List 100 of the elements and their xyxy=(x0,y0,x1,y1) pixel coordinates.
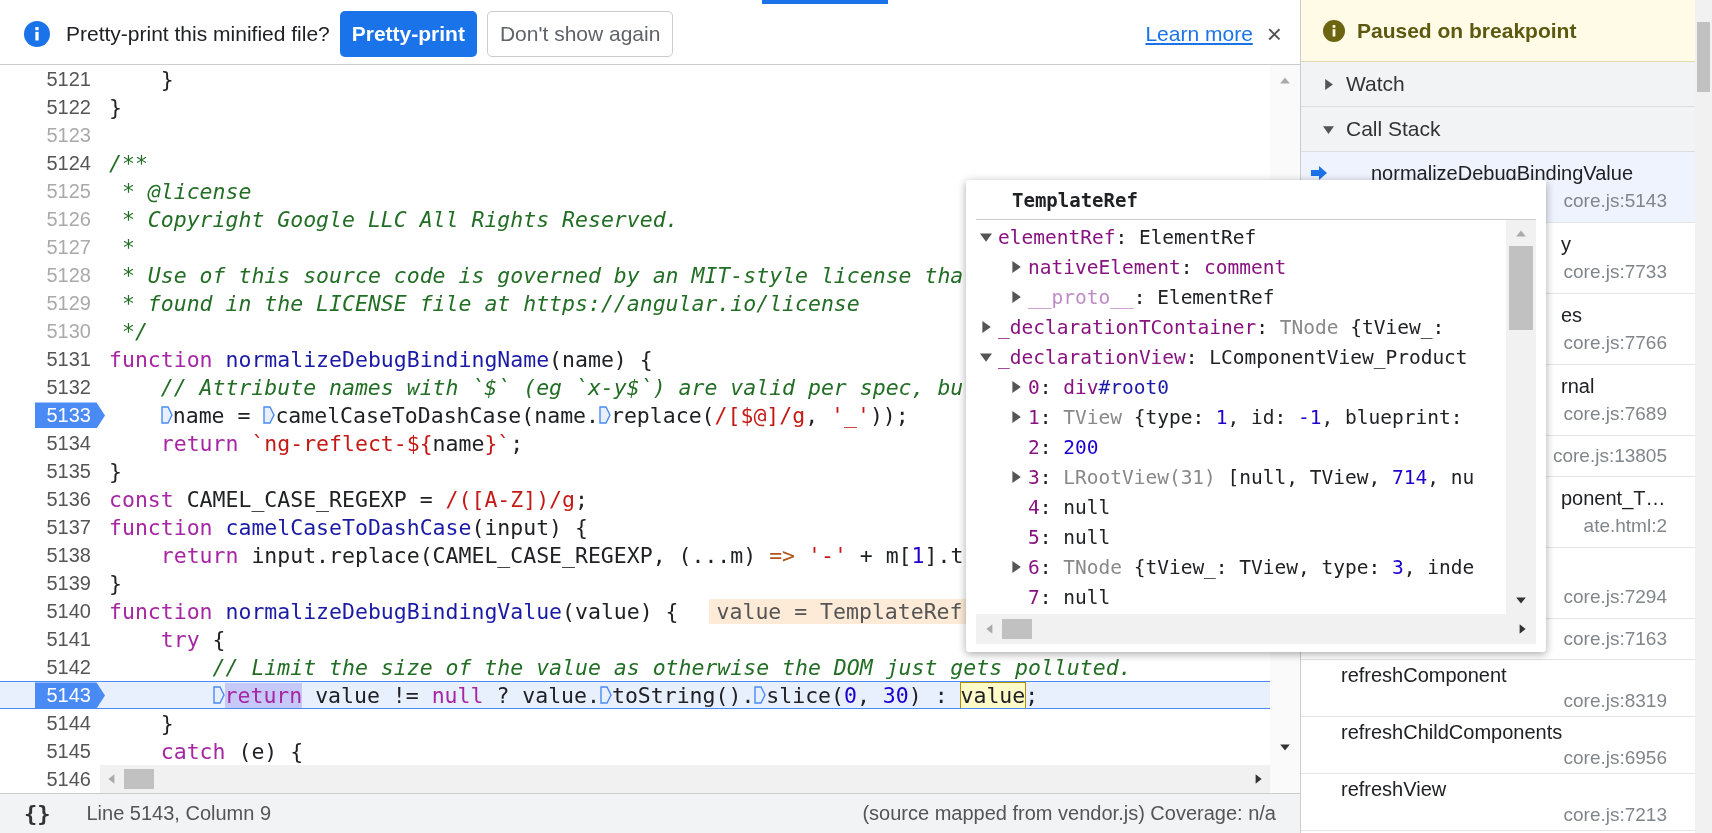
inline-breakpoint-icon[interactable] xyxy=(263,405,276,426)
frame-name[interactable]: rnal xyxy=(1561,374,1595,398)
scrollbar[interactable] xyxy=(1695,0,1712,833)
line-number[interactable]: 5142 xyxy=(46,654,100,681)
line-number[interactable]: 5121 xyxy=(46,66,100,93)
scrollbar-thumb[interactable] xyxy=(1002,619,1032,639)
expand-arrow-icon[interactable] xyxy=(980,351,992,363)
line-number[interactable]: 5139 xyxy=(46,570,100,597)
code-text: const CAMEL_CASE_REGEXP = /([A-Z])/g; xyxy=(109,486,588,512)
code-text: function camelCaseToDashCase(input) { xyxy=(109,514,588,540)
frame-location[interactable]: core.js:7213 xyxy=(1563,803,1667,826)
expand-arrow-icon[interactable] xyxy=(1010,411,1022,423)
frame-location[interactable]: core.js:13805 xyxy=(1552,445,1667,467)
inline-breakpoint-icon[interactable] xyxy=(599,685,612,706)
frame-name[interactable]: y xyxy=(1561,232,1571,256)
code-text: toString(). xyxy=(611,682,755,708)
frame-location[interactable]: core.js:6956 xyxy=(1563,746,1667,769)
property-text: _declarationTContainer: TNode {tView_: xyxy=(998,315,1445,339)
scrollbar-thumb[interactable] xyxy=(124,769,154,790)
line-number[interactable]: 5141 xyxy=(46,626,100,653)
inline-breakpoint-icon[interactable] xyxy=(160,405,173,426)
paused-text: Paused on breakpoint xyxy=(1357,18,1577,43)
expand-arrow-icon[interactable] xyxy=(1010,261,1022,273)
expand-arrow-icon[interactable] xyxy=(980,321,992,333)
code-text: slice(0, 30) : value; xyxy=(766,682,1039,708)
code-text: * found in the LICENSE file at https://angular.io/license xyxy=(120,290,860,316)
frame-location[interactable]: core.js:7163 xyxy=(1563,628,1667,650)
code-text: /** xyxy=(109,150,148,176)
code-text: * xyxy=(120,234,135,260)
frame-name[interactable]: refreshChildComponents xyxy=(1341,721,1563,744)
section-label: Watch xyxy=(1346,72,1405,96)
line-number[interactable]: 5137 xyxy=(46,514,100,541)
code-text: return `ng-reflect-${name}`; xyxy=(160,430,524,456)
property-text: 1: TView {type: 1, id: -1, blueprint: xyxy=(1028,405,1463,429)
pretty-print-button[interactable]: Pretty-print xyxy=(339,11,477,58)
expand-arrow-icon[interactable] xyxy=(1010,471,1022,483)
line-number[interactable]: 5136 xyxy=(46,486,100,513)
popover-title: TemplateRef xyxy=(1012,189,1138,211)
frame-name[interactable]: ponent_T… xyxy=(1561,486,1666,510)
learn-more-link[interactable]: Learn more xyxy=(1145,22,1253,47)
frame-location[interactable]: ate.html:2 xyxy=(1583,515,1667,537)
code-text: name = xyxy=(172,402,252,428)
property-text: 7: null xyxy=(1028,585,1111,609)
expand-arrow-icon[interactable] xyxy=(1010,381,1022,393)
frame-location[interactable]: core.js:7766 xyxy=(1563,332,1667,354)
code-text: * @license xyxy=(120,178,252,204)
code-text: replace(/[$@]/g, '_')); xyxy=(611,402,909,428)
frame-name[interactable]: refreshComponent xyxy=(1341,664,1507,687)
info-icon xyxy=(24,21,50,48)
frame-location[interactable]: core.js:7733 xyxy=(1563,261,1667,283)
property-text: __proto__: ElementRef xyxy=(1028,285,1275,309)
expand-arrow-icon[interactable] xyxy=(980,231,992,243)
expand-arrow-icon[interactable] xyxy=(1010,291,1022,303)
property-text: nativeElement: comment xyxy=(1028,255,1287,279)
property-text: 0: div#root0 xyxy=(1028,375,1169,399)
code-text: // Attribute names with `$` (eg `x-y$`) are valid per spec, bu xyxy=(160,374,964,400)
frame-name[interactable]: normalizeDebugBindingValue xyxy=(1371,161,1634,185)
line-number[interactable]: 5131 xyxy=(46,346,100,373)
code-text: } xyxy=(109,458,122,484)
line-number[interactable]: 5145 xyxy=(46,738,100,765)
line-number[interactable]: 5146 xyxy=(46,766,100,793)
inline-breakpoint-icon[interactable] xyxy=(599,405,611,426)
frame-name[interactable]: es xyxy=(1561,303,1583,327)
line-number[interactable]: 5135 xyxy=(46,458,100,485)
line-number[interactable]: 5138 xyxy=(46,542,100,569)
section-header[interactable]: Call Stack xyxy=(1301,107,1695,152)
infobar-message: Pretty-print this minified file? xyxy=(66,22,330,47)
line-number[interactable]: 5132 xyxy=(46,374,100,401)
code-text: } xyxy=(109,570,122,596)
code-text: function normalizeDebugBindingValue(value) { xyxy=(109,598,679,624)
line-number[interactable]: 5134 xyxy=(46,430,100,457)
section-label: Call Stack xyxy=(1346,117,1441,141)
frame-location[interactable]: core.js:7689 xyxy=(1563,403,1667,425)
code-text: return input.replace(CAMEL_CASE_REGEXP, (...m) => '-' + m[1].t xyxy=(160,542,964,568)
frame-name[interactable]: refreshView xyxy=(1341,778,1447,801)
frame-location[interactable]: core.js:7294 xyxy=(1563,586,1667,608)
property-text: elementRef: ElementRef xyxy=(998,225,1257,249)
line-number[interactable]: 5122 xyxy=(46,94,100,121)
expand-arrow-icon[interactable] xyxy=(1010,561,1022,573)
code-text: } xyxy=(160,66,174,92)
info-icon xyxy=(1323,19,1345,42)
property-text: 3: LRootView(31) [null, TView, 714, nu xyxy=(1028,465,1475,489)
close-button[interactable]: × xyxy=(1262,18,1286,50)
code-text: } xyxy=(160,710,174,736)
line-number[interactable]: 5140 xyxy=(46,598,100,625)
frame-location[interactable]: core.js:8319 xyxy=(1563,689,1667,712)
property-text: 6: TNode {tView_: TView, type: 3, inde xyxy=(1028,555,1475,579)
line-number[interactable]: 5144 xyxy=(46,710,100,737)
dont-show-again-button[interactable]: Don't show again xyxy=(486,11,674,58)
line-number[interactable]: 5124 xyxy=(46,150,100,177)
inline-breakpoint-icon[interactable] xyxy=(754,685,767,706)
code-text: catch (e) { xyxy=(160,738,304,764)
code-text: camelCaseToDashCase(name. xyxy=(275,402,599,428)
code-text: // Limit the size of the value as otherwise the DOM just gets polluted. xyxy=(212,654,1132,680)
section-header[interactable]: Watch xyxy=(1301,62,1695,107)
code-text: return value != null ? value. xyxy=(224,682,600,708)
source-info: (source mapped from vendor.js) Coverage: n/a xyxy=(862,802,1276,826)
code-text: */ xyxy=(120,318,148,344)
scrollbar-thumb[interactable] xyxy=(1509,246,1533,330)
format-button[interactable]: {} xyxy=(24,801,51,827)
